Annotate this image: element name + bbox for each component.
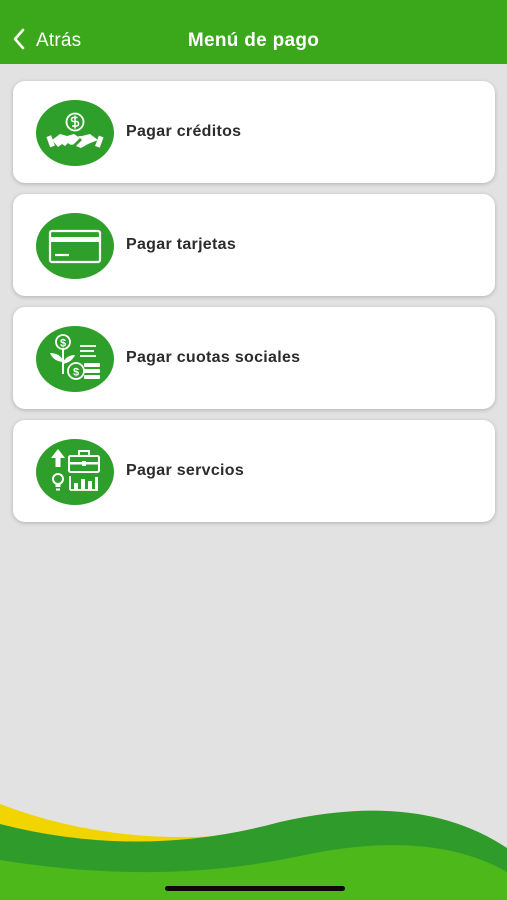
money-plant-coins-icon: $ $ bbox=[36, 326, 114, 392]
menu-item-pagar-cuotas-sociales[interactable]: $ $ Pagar cuotas sociales bbox=[13, 307, 495, 409]
menu-item-label: Pagar cuotas sociales bbox=[126, 349, 301, 366]
menu-item-pagar-creditos[interactable]: Pagar créditos bbox=[13, 81, 495, 183]
home-indicator[interactable] bbox=[165, 886, 345, 891]
menu-item-label: Pagar créditos bbox=[126, 123, 242, 140]
services-briefcase-chart-icon bbox=[36, 439, 114, 505]
credit-card-icon bbox=[36, 213, 114, 279]
menu-item-pagar-tarjetas[interactable]: Pagar tarjetas bbox=[13, 194, 495, 296]
payment-menu: Pagar créditos Pagar tarjetas $ $ Pagar … bbox=[13, 81, 495, 533]
page-title: Menú de pago bbox=[187, 30, 320, 51]
decorative-waves bbox=[0, 804, 507, 900]
app-header: Atrás Menú de pago bbox=[0, 0, 507, 64]
menu-item-pagar-servicios[interactable]: Pagar servcios bbox=[13, 420, 495, 522]
svg-text:$: $ bbox=[60, 338, 66, 350]
menu-item-label: Pagar tarjetas bbox=[126, 236, 237, 253]
handshake-dollar-icon bbox=[36, 100, 114, 166]
menu-item-label: Pagar servcios bbox=[126, 462, 245, 479]
svg-text:$: $ bbox=[73, 367, 79, 379]
